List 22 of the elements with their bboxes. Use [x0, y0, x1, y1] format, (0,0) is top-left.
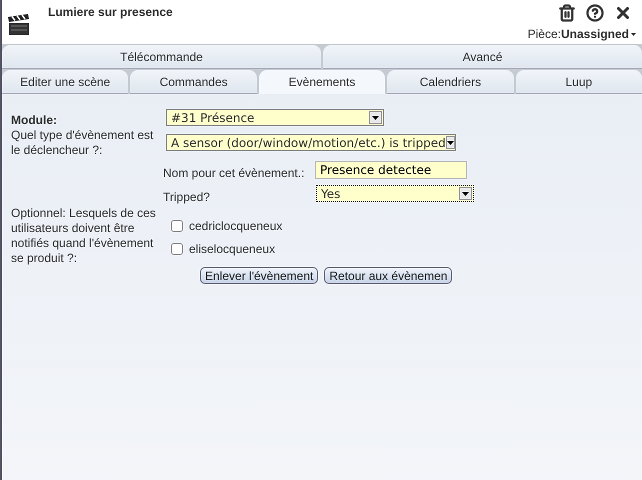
user-name: cedriclocqueneux — [189, 218, 282, 235]
event-name-label: Nom pour cet évènement.: — [163, 165, 304, 182]
module-label: Module: — [11, 112, 57, 129]
tab[interactable]: Editer une scène — [2, 70, 128, 94]
room-selector[interactable]: Pièce:Unassigned — [528, 25, 636, 43]
tab[interactable]: Evènements — [258, 70, 386, 94]
event-name-field[interactable]: Presence detectee — [315, 161, 467, 179]
dropdown[interactable]: #31 Présence — [166, 109, 384, 126]
notify-label: Optionnel: Lesquels de ces utilisateurs doivent être notifiés quand l'évènement se produit ?: — [11, 206, 157, 266]
trigger-label: Quel type d'évènement est le déclencheur ?: — [11, 128, 154, 158]
tab[interactable]: Luup — [516, 70, 642, 94]
dropdown[interactable]: A sensor (door/window/motion/etc.) is tripped — [166, 134, 456, 151]
tab[interactable]: Calendriers — [387, 70, 514, 94]
window-title: Lumiere sur presence — [48, 4, 173, 21]
tab[interactable]: Avancé — [323, 45, 642, 69]
tab[interactable]: Commandes — [130, 70, 257, 94]
user-name: eliselocqueneux — [189, 241, 276, 258]
dropdown[interactable]: Yes — [316, 185, 474, 202]
action-button[interactable]: Retour aux évènemen — [324, 267, 452, 284]
tripped-label: Tripped? — [163, 189, 210, 206]
action-button[interactable]: Enlever l'évènement — [200, 267, 318, 284]
tab[interactable]: Télécommande — [2, 45, 321, 69]
